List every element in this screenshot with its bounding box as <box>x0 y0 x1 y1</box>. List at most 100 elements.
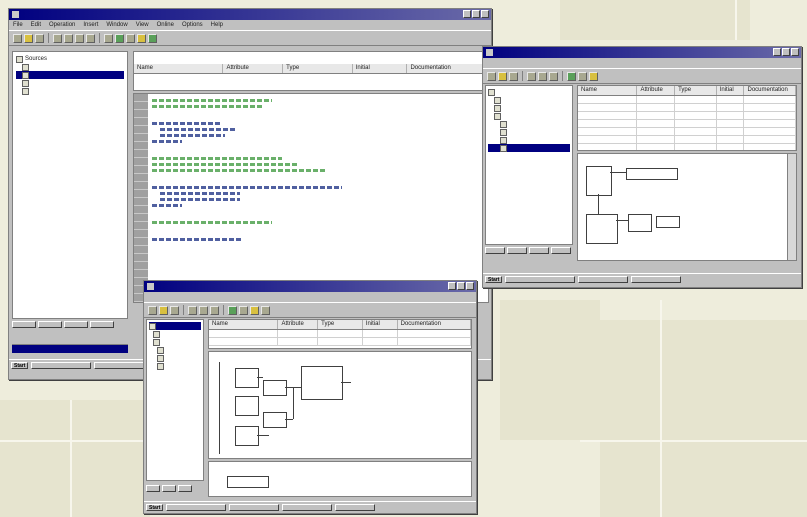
column-header-name[interactable]: Name <box>134 64 224 73</box>
menu-help[interactable]: Help <box>211 20 223 30</box>
function-block[interactable] <box>656 216 680 228</box>
debug-icon[interactable] <box>137 33 146 43</box>
table-row[interactable] <box>209 338 471 346</box>
open-icon[interactable] <box>498 71 507 81</box>
tree-tab[interactable] <box>38 321 62 328</box>
tree-tab[interactable] <box>551 247 571 254</box>
taskbar-app-button[interactable] <box>335 504 376 511</box>
table-row[interactable] <box>209 330 471 338</box>
tree-tab[interactable] <box>90 321 114 328</box>
function-block[interactable] <box>263 412 287 428</box>
column-header-initial[interactable]: Initial <box>363 320 398 329</box>
column-header-documentation[interactable]: Documentation <box>744 86 796 95</box>
taskbar-app-button[interactable] <box>631 276 682 283</box>
menu-operation[interactable]: Operation <box>49 20 75 30</box>
new-icon[interactable] <box>13 33 22 43</box>
run-icon[interactable] <box>115 33 124 43</box>
tree-tab[interactable] <box>507 247 527 254</box>
column-header-attribute[interactable]: Attribute <box>278 320 319 329</box>
table-row[interactable] <box>578 112 796 120</box>
minimize-button[interactable] <box>463 10 471 18</box>
table-row[interactable] <box>578 104 796 112</box>
function-block[interactable] <box>235 426 259 446</box>
column-header-initial[interactable]: Initial <box>353 64 408 73</box>
function-block[interactable] <box>263 380 287 396</box>
start-button[interactable]: Start <box>146 504 164 511</box>
tree-tab[interactable] <box>146 485 160 492</box>
save-icon[interactable] <box>509 71 518 81</box>
tree-item[interactable] <box>488 128 570 136</box>
column-header-attribute[interactable]: Attribute <box>223 64 284 73</box>
function-block[interactable] <box>301 366 343 400</box>
column-header-documentation[interactable]: Documentation <box>398 320 471 329</box>
tree-item[interactable] <box>488 120 570 128</box>
column-header-type[interactable]: Type <box>675 86 717 95</box>
function-block[interactable] <box>349 380 375 388</box>
bottom-fbd-canvas[interactable] <box>208 351 472 459</box>
tree-root[interactable]: Sources <box>16 55 124 63</box>
new-icon[interactable] <box>487 71 496 81</box>
tree-item[interactable] <box>488 112 570 120</box>
tree-item[interactable] <box>16 63 124 71</box>
menu-window[interactable]: Window <box>106 20 127 30</box>
tree-item[interactable] <box>149 330 201 338</box>
main-window-titlebar[interactable] <box>9 9 491 20</box>
tree-tab[interactable] <box>529 247 549 254</box>
menu-file[interactable]: File <box>13 20 23 30</box>
cut-icon[interactable] <box>188 305 197 315</box>
column-header-type[interactable]: Type <box>318 320 363 329</box>
menu-options[interactable]: Options <box>182 20 203 30</box>
minimize-button[interactable] <box>773 48 781 56</box>
maximize-button[interactable] <box>472 10 480 18</box>
copy-icon[interactable] <box>538 71 547 81</box>
stop-icon[interactable] <box>126 33 135 43</box>
taskbar-app-button[interactable] <box>166 504 227 511</box>
cut-icon[interactable] <box>53 33 62 43</box>
column-header-type[interactable]: Type <box>283 64 353 73</box>
vertical-scrollbar[interactable] <box>787 154 796 260</box>
paste-icon[interactable] <box>210 305 219 315</box>
maximize-button[interactable] <box>457 282 465 290</box>
tree-item[interactable] <box>149 338 201 346</box>
tree-item[interactable] <box>149 346 201 354</box>
right-fbd-canvas[interactable] <box>577 153 797 261</box>
function-block[interactable] <box>626 168 678 180</box>
maximize-button[interactable] <box>782 48 790 56</box>
right-window-titlebar[interactable] <box>483 47 801 58</box>
paste-icon[interactable] <box>549 71 558 81</box>
column-header-documentation[interactable]: Documentation <box>407 64 488 73</box>
run-icon[interactable] <box>228 305 237 315</box>
debug-icon[interactable] <box>250 305 259 315</box>
function-block[interactable] <box>586 166 612 196</box>
undo-icon[interactable] <box>86 33 95 43</box>
close-button[interactable] <box>791 48 799 56</box>
menu-online[interactable]: Online <box>157 20 174 30</box>
close-button[interactable] <box>481 10 489 18</box>
bottom-window-titlebar[interactable] <box>144 281 476 292</box>
output-block[interactable] <box>227 476 269 488</box>
menu-insert[interactable]: Insert <box>83 20 98 30</box>
tree-item[interactable] <box>16 87 124 95</box>
tree-item-selected[interactable] <box>149 322 201 330</box>
run-icon[interactable] <box>567 71 576 81</box>
stop-icon[interactable] <box>578 71 587 81</box>
start-button[interactable]: Start <box>485 276 503 283</box>
tree-item[interactable] <box>149 354 201 362</box>
column-header-initial[interactable]: Initial <box>717 86 745 95</box>
taskbar-app-button[interactable] <box>505 276 576 283</box>
close-button[interactable] <box>466 282 474 290</box>
compile-icon[interactable] <box>261 305 270 315</box>
save-icon[interactable] <box>35 33 44 43</box>
menu-view[interactable]: View <box>136 20 149 30</box>
stop-icon[interactable] <box>239 305 248 315</box>
minimize-button[interactable] <box>448 282 456 290</box>
table-row[interactable] <box>578 120 796 128</box>
table-row[interactable] <box>578 128 796 136</box>
start-button[interactable]: Start <box>11 362 29 369</box>
new-icon[interactable] <box>148 305 157 315</box>
column-header-name[interactable]: Name <box>209 320 279 329</box>
tree-item-selected[interactable] <box>488 144 570 152</box>
tree-tab[interactable] <box>64 321 88 328</box>
column-header-name[interactable]: Name <box>578 86 638 95</box>
table-row[interactable] <box>578 144 796 150</box>
